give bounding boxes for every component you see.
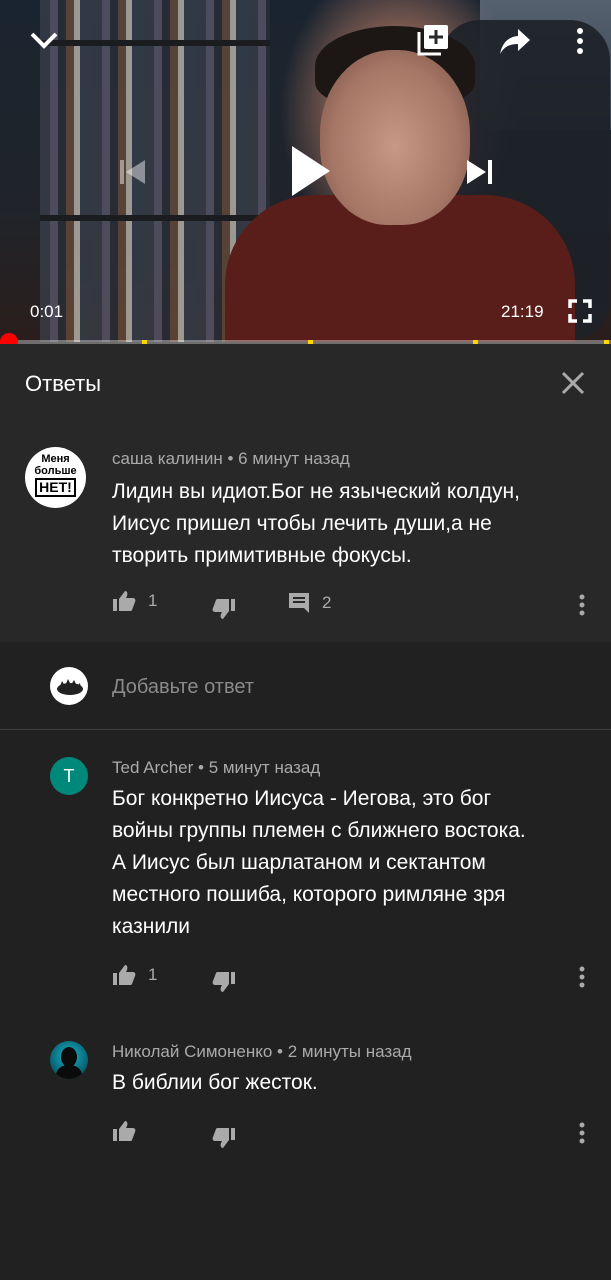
comment-author[interactable]: саша калинин <box>112 449 223 468</box>
thumb-up-icon <box>113 1121 136 1141</box>
comment-meta: саша калинин • 6 минут назад <box>112 449 350 469</box>
replies-title: Ответы <box>25 371 102 396</box>
dislike-button[interactable] <box>212 971 236 993</box>
current-time: 0:01 <box>30 302 64 321</box>
avatar-text: больше <box>34 465 77 477</box>
like-button[interactable]: 1 <box>112 590 157 612</box>
avatar[interactable]: T <box>50 757 88 795</box>
comment-text-line: А Иисус был шарлатаном и сектантом <box>112 851 486 874</box>
close-icon[interactable] <box>558 368 588 398</box>
fullscreen-icon[interactable] <box>564 296 596 326</box>
comment-text: Бог конкретно Иисуса - Иегова, это бог в… <box>112 783 526 943</box>
comment-time: 5 минут назад <box>208 758 321 777</box>
thumb-up-icon <box>113 591 136 611</box>
comment-menu-button[interactable] <box>578 966 586 988</box>
reply-count-button[interactable]: 2 <box>288 592 331 614</box>
like-button[interactable]: 1 <box>112 964 157 986</box>
comment-time: 2 минуты назад <box>287 1042 412 1061</box>
avatar[interactable]: Меня больше НЕТ! <box>25 447 86 508</box>
play-icon[interactable] <box>280 138 340 204</box>
duration: 21:19 <box>501 302 544 321</box>
comment-text: В библии бог жесток. <box>112 1067 318 1099</box>
thumb-down-icon <box>212 1128 235 1148</box>
add-reply-input[interactable]: Добавьте ответ <box>112 676 254 699</box>
user-avatar <box>50 667 88 705</box>
like-count: 1 <box>148 965 158 984</box>
more-vert-icon <box>579 966 585 988</box>
meta-separator: • <box>277 1042 288 1061</box>
avatar-text: Меня <box>41 453 70 465</box>
add-reply-bar[interactable]: Добавьте ответ <box>0 642 611 730</box>
comment-author[interactable]: Ted Archer <box>112 758 193 777</box>
comment-author[interactable]: Николай Симоненко <box>112 1042 272 1061</box>
like-button[interactable] <box>112 1120 136 1142</box>
comment-text-line: Иисус пришел чтобы лечить души,а не <box>112 512 492 535</box>
like-count: 1 <box>148 591 158 610</box>
comment-menu-button[interactable] <box>578 1122 586 1144</box>
thumb-up-icon <box>113 965 136 985</box>
skip-previous-icon[interactable] <box>112 152 152 192</box>
comment-text-line: В библии бог жесток. <box>112 1071 318 1094</box>
comment-menu-button[interactable] <box>578 594 586 616</box>
playlist-add-icon[interactable] <box>415 22 451 58</box>
thumb-down-icon <box>212 972 235 992</box>
thumb-down-icon <box>212 599 235 619</box>
comment-text-line: казнили <box>112 915 191 938</box>
avatar-text: НЕТ! <box>35 478 76 497</box>
comment-text-line: местного пошиба, которого римляне зря <box>112 883 506 906</box>
dislike-button[interactable] <box>212 598 236 620</box>
parent-comment: Меня больше НЕТ! саша калинин • 6 минут … <box>0 422 611 642</box>
meta-separator: • <box>198 758 209 777</box>
comment-text-line: Бог конкретно Иисуса - Иегова, это бог <box>112 787 492 810</box>
comment-time: 6 минут назад <box>238 449 350 468</box>
comment-text-line: Лидин вы идиот.Бог не языческий колдун, <box>112 480 520 503</box>
reply-count: 2 <box>322 593 332 612</box>
comment-meta: Николай Симоненко • 2 минуты назад <box>112 1042 412 1062</box>
more-vert-icon <box>579 1122 585 1144</box>
more-vert-icon[interactable] <box>566 24 594 58</box>
comment-text-line: творить примитивные фокусы. <box>112 544 412 567</box>
video-player[interactable]: 0:01 21:19 <box>0 0 611 342</box>
comment-text: Лидин вы идиот.Бог не языческий колдун, … <box>112 476 520 572</box>
meta-separator: • <box>227 449 239 468</box>
avatar[interactable] <box>50 1041 88 1079</box>
comment-text-line: войны группы племен с ближнего востока. <box>112 819 526 842</box>
dislike-button[interactable] <box>212 1127 236 1149</box>
replies-header: Ответы <box>0 344 611 422</box>
comment-icon <box>289 593 309 613</box>
more-vert-icon <box>579 594 585 616</box>
chevron-down-icon[interactable] <box>26 22 62 58</box>
skip-next-icon[interactable] <box>460 152 500 192</box>
comment-meta: Ted Archer • 5 минут назад <box>112 758 320 778</box>
share-icon[interactable] <box>497 24 533 58</box>
